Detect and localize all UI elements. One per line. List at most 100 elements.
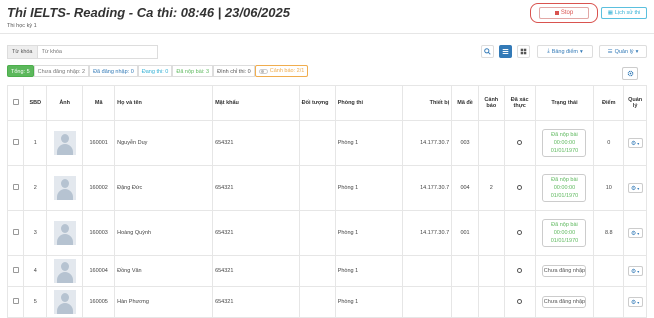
col-code[interactable]: Mã [82, 85, 116, 121]
avatar [53, 259, 76, 283]
grade-icon: ⤓ [547, 48, 550, 54]
cell-code: 160004 [82, 255, 116, 287]
history-icon: ▦ [607, 10, 613, 16]
cell-sbd: 4 [23, 255, 48, 287]
filter-suspended[interactable]: Đình chỉ thi: 0 [213, 65, 255, 77]
row-checkbox[interactable] [12, 229, 19, 235]
search-input[interactable] [37, 45, 158, 59]
cell-room: Phòng 1 [334, 286, 403, 318]
cell-target [298, 120, 336, 166]
table-row: 3 160003 Hoàng Quỳnh 654321 Phòng 1 14.1… [6, 210, 647, 256]
avatar [53, 176, 76, 200]
avatar [53, 221, 76, 245]
col-sbd[interactable]: SBD [23, 85, 48, 121]
cell-photo [46, 210, 84, 256]
gear-icon: ⚙ [630, 140, 637, 147]
table-row: 1 160001 Nguyễn Duy 654321 Phòng 1 14.17… [6, 120, 647, 166]
row-actions-button[interactable]: ⚙ ▾ [627, 138, 643, 148]
chevron-down-icon: ▾ [635, 48, 639, 55]
cell-exam-code: 001 [451, 210, 479, 256]
page-title: Thi IELTS- Reading - Ca thi: 08:46 | 23/… [7, 5, 290, 20]
cell-score [593, 286, 625, 318]
cell-device [401, 255, 453, 287]
filter-total[interactable]: Tổng: 5 [7, 65, 34, 77]
status-filters: Tổng: 5 Chưa đăng nhập: 2 Đã đăng nhập: … [7, 65, 309, 77]
filter-submitted[interactable]: Đã nộp bài: 3 [172, 65, 214, 77]
chevron-down-icon: ▾ [579, 48, 583, 55]
cell-verified [503, 286, 536, 318]
cell-exam-code: 004 [451, 165, 479, 211]
status-badge: Chưa đăng nhập [542, 296, 587, 308]
col-room[interactable]: Phòng thi [334, 85, 403, 121]
caret-down-icon: ▾ [637, 185, 640, 191]
filter-logged[interactable]: Đã đăng nhập: 0 [89, 65, 138, 77]
grade-dropdown-label: Bảng điểm [551, 48, 578, 55]
cell-verified [503, 165, 536, 211]
filter-warning[interactable]: Cảnh báo: 2/1 [254, 65, 309, 77]
col-device: Thiết bị [401, 85, 453, 121]
filter-taking[interactable]: Đang thi: 0 [137, 65, 173, 77]
cell-target [298, 165, 336, 211]
filter-not-logged[interactable]: Chưa đăng nhập: 2 [33, 65, 90, 77]
row-select-cell [6, 120, 25, 166]
row-actions-button[interactable]: ⚙ ▾ [627, 266, 643, 276]
row-actions-button[interactable]: ⚙ ▾ [627, 228, 643, 238]
row-checkbox[interactable] [12, 298, 19, 304]
row-checkbox[interactable] [12, 139, 19, 145]
row-actions-button[interactable]: ⚙ ▾ [627, 297, 643, 307]
stop-button-highlight: Stop [530, 3, 598, 23]
cell-score: 0 [593, 120, 625, 166]
gear-icon [627, 70, 633, 77]
history-button-label: Lịch sử thi [614, 10, 641, 16]
cell-device: 14.177.30.7 [401, 210, 453, 256]
cell-code: 160005 [82, 286, 116, 318]
warning-toggle[interactable] [258, 68, 268, 74]
cell-exam-code [451, 255, 479, 287]
avatar [53, 290, 76, 314]
cell-status: Chưa đăng nhập [534, 255, 595, 287]
row-checkbox[interactable] [12, 184, 19, 190]
cell-manage: ⚙ ▾ [623, 286, 647, 318]
history-button[interactable]: ▦ Lịch sử thi [601, 7, 647, 19]
cell-sbd: 3 [23, 210, 48, 256]
cell-target [298, 210, 336, 256]
col-name[interactable]: Họ và tên [114, 85, 214, 121]
row-actions-button[interactable]: ⚙ ▾ [627, 183, 643, 193]
settings-button[interactable] [622, 67, 638, 80]
gear-icon: ⚙ [630, 230, 637, 237]
grade-table-dropdown[interactable]: ⤓ Bảng điểm ▾ [537, 45, 593, 58]
cell-name: Đồng Văn [114, 255, 214, 287]
col-status[interactable]: Trạng thái [534, 85, 595, 121]
cell-name: Nguyễn Duy [114, 120, 214, 166]
cell-warning [477, 255, 505, 287]
cell-name: Hàn Phương [114, 286, 214, 318]
search-button[interactable] [481, 45, 494, 58]
cell-photo [46, 255, 84, 287]
cell-device: 14.177.30.7 [401, 120, 453, 166]
table-row: 4 160004 Đồng Văn 654321 Phòng 1 Chưa đă… [6, 255, 647, 287]
list-view-button[interactable] [499, 45, 512, 58]
cell-verified [503, 255, 536, 287]
cell-password: 654321 [212, 210, 300, 256]
status-badge: Đã nộp bài 00:00:00 01/01/1970 [542, 174, 587, 202]
cell-password: 654321 [212, 120, 300, 166]
cell-warning [477, 120, 505, 166]
col-target: Đối tượng [298, 85, 336, 121]
grid-view-button[interactable] [517, 45, 530, 58]
select-all-checkbox[interactable] [12, 99, 19, 105]
manage-dropdown[interactable]: ☰ Quản lý ▾ [599, 45, 647, 58]
row-checkbox[interactable] [12, 267, 19, 273]
row-select-cell [6, 210, 25, 256]
col-verified: Đã xác thực [503, 85, 536, 121]
gear-icon: ⚙ [630, 299, 637, 306]
search-group: Từ khóa [7, 45, 158, 59]
cell-warning: 2 [477, 165, 505, 211]
stop-button-label: Stop [560, 10, 574, 16]
cell-photo [46, 286, 84, 318]
stop-button[interactable]: Stop [539, 7, 589, 19]
col-score[interactable]: Điểm [593, 85, 625, 121]
row-select-cell [6, 286, 25, 318]
select-all-cell [6, 85, 25, 121]
status-badge: Đã nộp bài 00:00:00 01/01/1970 [542, 219, 587, 247]
verified-circle-icon [517, 298, 523, 304]
